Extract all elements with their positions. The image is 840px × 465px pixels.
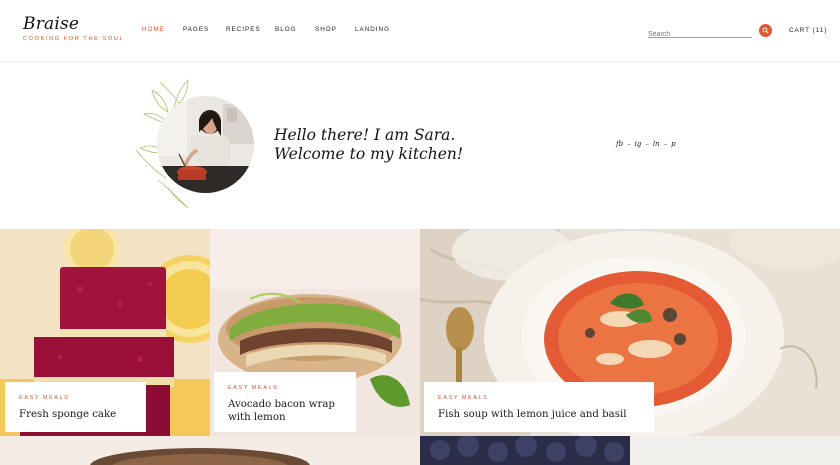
social-separator: – (645, 140, 649, 148)
nav-item-blog[interactable]: BLOG (275, 26, 297, 33)
post-image-blueberries (420, 436, 630, 465)
social-linkedin-link[interactable]: ln (653, 140, 660, 148)
post-card-label: EASY MEALS Avocado bacon wrap with lemon (214, 372, 356, 432)
social-separator: – (627, 140, 631, 148)
post-card-partial[interactable] (0, 436, 420, 465)
post-card[interactable]: EASY MEALS Fresh sponge cake (0, 229, 210, 436)
site-header: Braise COOKING FOR THE SOUL HOME PAGES R… (0, 0, 840, 62)
search-button[interactable] (759, 24, 772, 37)
nav-item-recipes[interactable]: RECIPES (226, 26, 261, 33)
nav-item-landing[interactable]: LANDING (355, 26, 390, 33)
post-image-partial-light (630, 436, 840, 465)
greeting-line-1: Hello there! I am Sara. (274, 126, 456, 144)
post-title[interactable]: Fresh sponge cake (19, 408, 132, 421)
greeting-line-2: Welcome to my kitchen! (274, 145, 464, 163)
post-image-partial (0, 436, 420, 465)
post-card[interactable]: EASY MEALS Fish soup with lemon juice an… (420, 229, 840, 436)
post-card-label: EASY MEALS Fresh sponge cake (5, 382, 146, 432)
post-category[interactable]: EASY MEALS (438, 395, 640, 401)
post-title[interactable]: Avocado bacon wrap with lemon (228, 398, 342, 424)
social-links: fb – ig – ln – p (616, 140, 676, 148)
post-card-partial[interactable] (630, 436, 840, 465)
post-category[interactable]: EASY MEALS (19, 395, 132, 401)
author-photo (157, 96, 254, 193)
social-facebook-link[interactable]: fb (616, 140, 623, 148)
social-separator: – (663, 140, 668, 148)
search-input[interactable] (648, 31, 752, 38)
nav-item-home[interactable]: HOME (142, 26, 165, 33)
social-instagram-link[interactable]: ig (635, 140, 642, 148)
hero-greeting: Hello there! I am Sara. Welcome to my ki… (274, 126, 463, 164)
post-card-label: EASY MEALS Fish soup with lemon juice an… (424, 382, 654, 432)
post-card[interactable]: EASY MEALS Avocado bacon wrap with lemon (210, 229, 420, 436)
author-portrait (157, 96, 254, 193)
nav-item-pages[interactable]: PAGES (183, 26, 209, 33)
cart-link[interactable]: CART (11) (789, 27, 827, 34)
search-icon (762, 27, 769, 34)
post-card-partial[interactable] (420, 436, 630, 465)
site-tagline: COOKING FOR THE SOUL (23, 36, 125, 42)
nav-item-shop[interactable]: SHOP (315, 26, 337, 33)
post-title[interactable]: Fish soup with lemon juice and basil (438, 408, 640, 421)
search-field (648, 23, 752, 38)
post-category[interactable]: EASY MEALS (228, 385, 342, 391)
site-logo[interactable]: Braise (23, 14, 79, 34)
social-pinterest-link[interactable]: p (671, 140, 675, 148)
